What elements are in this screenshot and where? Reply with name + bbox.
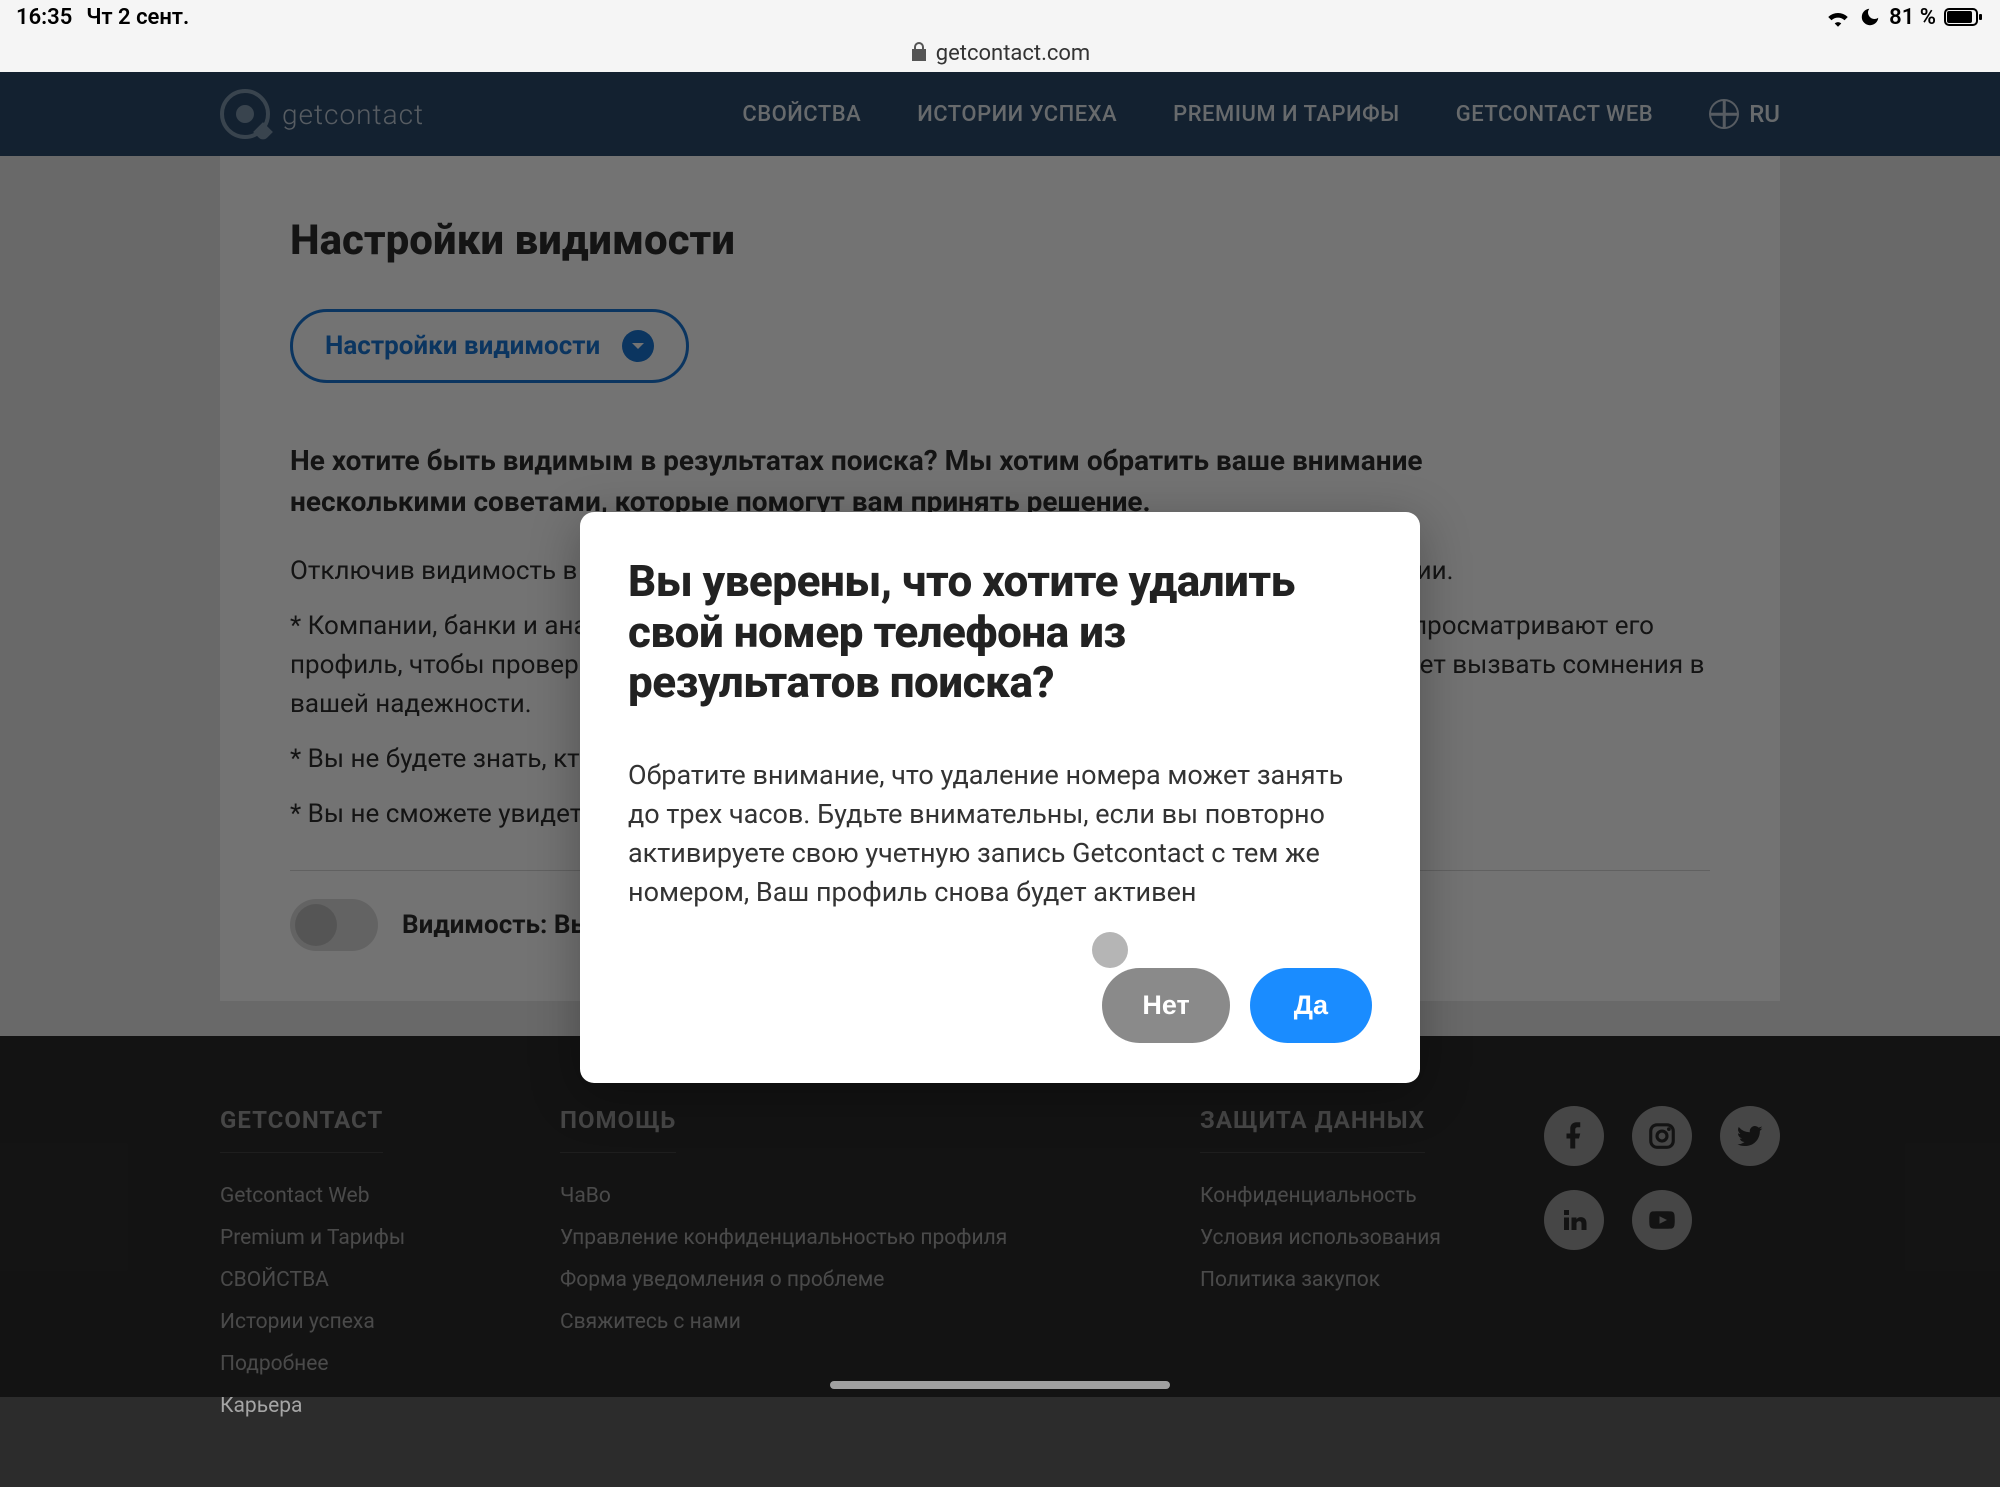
brand-logo[interactable]: getcontact: [220, 89, 424, 139]
footer-col-title: GETCONTACT: [220, 1106, 383, 1153]
footer-col-getcontact: GETCONTACT Getcontact Web Premium и Тари…: [220, 1106, 460, 1427]
footer-link[interactable]: Premium и Тарифы: [220, 1217, 460, 1259]
visibility-settings-button[interactable]: Настройки видимости: [290, 309, 689, 383]
language-picker[interactable]: RU: [1709, 99, 1780, 129]
toggle-knob: [295, 904, 337, 946]
brand-logo-text: getcontact: [282, 98, 424, 131]
chevron-down-icon: [622, 330, 654, 362]
confirm-delete-modal: Вы уверены, что хотите удалить свой номе…: [580, 512, 1420, 1083]
modal-title: Вы уверены, что хотите удалить свой номе…: [628, 556, 1372, 708]
lock-icon: [910, 41, 928, 66]
modal-no-button[interactable]: Нет: [1102, 968, 1229, 1043]
top-nav: getcontact СВОЙСТВА ИСТОРИИ УСПЕХА PREMI…: [0, 72, 2000, 156]
footer-link[interactable]: Истории успеха: [220, 1301, 460, 1343]
instagram-icon[interactable]: [1632, 1106, 1692, 1166]
nav-link-properties[interactable]: СВОЙСТВА: [742, 102, 861, 127]
footer-link[interactable]: ЧаВо: [560, 1175, 1020, 1217]
footer-link[interactable]: Подробнее: [220, 1343, 460, 1385]
footer-link[interactable]: Свяжитесь с нами: [560, 1301, 1020, 1343]
visibility-toggle[interactable]: [290, 899, 378, 951]
footer: GETCONTACT Getcontact Web Premium и Тари…: [0, 1036, 2000, 1487]
footer-link[interactable]: Getcontact Web: [220, 1175, 460, 1217]
status-bar: 16:35 Чт 2 сент. 81 %: [0, 0, 2000, 34]
nav-link-premium[interactable]: PREMIUM И ТАРИФЫ: [1173, 102, 1400, 127]
moon-icon: [1859, 6, 1881, 28]
footer-link[interactable]: Конфиденциальность: [1200, 1175, 1441, 1217]
footer-col-title: ПОМОЩЬ: [560, 1106, 676, 1153]
youtube-icon[interactable]: [1632, 1190, 1692, 1250]
status-date: Чт 2 сент.: [86, 5, 189, 30]
footer-link[interactable]: СВОЙСТВА: [220, 1259, 460, 1301]
battery-percent: 81 %: [1889, 5, 1936, 30]
footer-col-help: ПОМОЩЬ ЧаВо Управление конфиденциальност…: [560, 1106, 1020, 1427]
battery-icon: [1944, 7, 1984, 27]
pill-label: Настройки видимости: [325, 331, 600, 361]
footer-link[interactable]: Карьера: [220, 1385, 460, 1427]
status-time: 16:35: [16, 5, 72, 30]
footer-col-data-protection: ЗАЩИТА ДАННЫХ Конфиденциальность Условия…: [1200, 1106, 1441, 1427]
footer-social-links: [1544, 1106, 1780, 1250]
card-title: Настройки видимости: [290, 216, 1710, 265]
footer-col-title: ЗАЩИТА ДАННЫХ: [1200, 1106, 1425, 1153]
language-label: RU: [1749, 100, 1780, 128]
modal-body: Обратите внимание, что удаление номера м…: [628, 756, 1372, 913]
twitter-icon[interactable]: [1720, 1106, 1780, 1166]
linkedin-icon[interactable]: [1544, 1190, 1604, 1250]
url-domain: getcontact.com: [936, 41, 1090, 66]
browser-url-bar[interactable]: getcontact.com: [0, 34, 2000, 72]
nav-link-success-stories[interactable]: ИСТОРИИ УСПЕХА: [917, 102, 1117, 127]
card-lead-text: Не хотите быть видимым в результатах пои…: [290, 441, 1570, 522]
modal-yes-button[interactable]: Да: [1250, 968, 1372, 1043]
footer-link[interactable]: Политика закупок: [1200, 1259, 1441, 1301]
footer-link[interactable]: Управление конфиденциальностью профиля: [560, 1217, 1020, 1259]
footer-link[interactable]: Форма уведомления о проблеме: [560, 1259, 1020, 1301]
facebook-icon[interactable]: [1544, 1106, 1604, 1166]
wifi-icon: [1825, 7, 1851, 27]
footer-link[interactable]: Условия использования: [1200, 1217, 1441, 1259]
brand-logo-mark: [220, 89, 270, 139]
globe-icon: [1709, 99, 1739, 129]
cursor-indicator: [1092, 932, 1128, 968]
home-indicator[interactable]: [830, 1381, 1170, 1389]
nav-link-web[interactable]: GETCONTACT WEB: [1456, 102, 1653, 127]
